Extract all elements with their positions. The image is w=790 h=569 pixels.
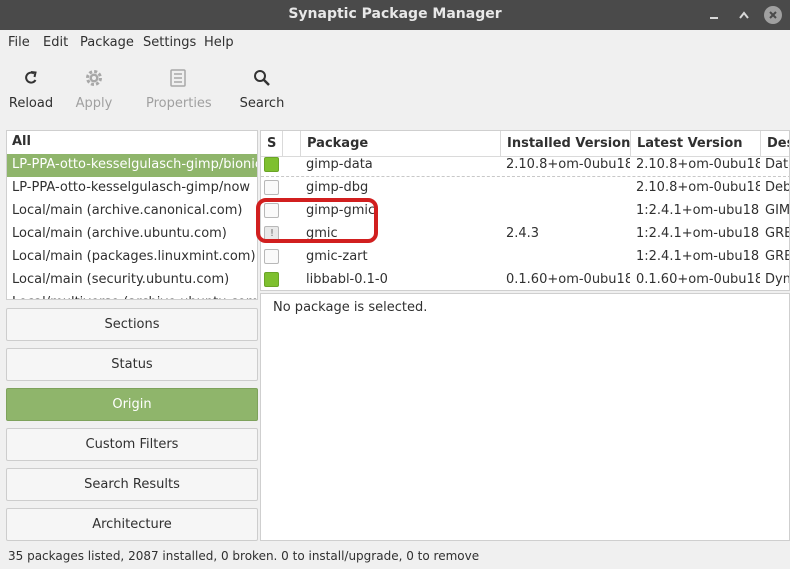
search-results-button[interactable]: Search Results: [6, 468, 258, 501]
origin-item[interactable]: LP-PPA-otto-kesselgulasch-gimp/now: [7, 177, 257, 200]
details-message: No package is selected.: [273, 300, 428, 315]
status-checkbox[interactable]: [264, 249, 279, 264]
reload-icon: [25, 71, 37, 84]
description: GREYC's Magic: [765, 249, 790, 264]
package-name: gimp-data: [306, 157, 373, 172]
origin-item[interactable]: Local/main (archive.canonical.com): [7, 200, 257, 223]
latest-version: 2.10.8+om-0ubu18.04.: [636, 180, 760, 195]
latest-version: 1:2.4.1+om-ubu18.04.: [636, 203, 760, 218]
gear-icon: [86, 70, 102, 86]
description: GREYC's Magic: [765, 226, 790, 241]
search-label: Search: [239, 96, 285, 111]
status-bar: 35 packages listed, 2087 installed, 0 br…: [0, 545, 790, 569]
latest-version: 1:2.4.1+om-ubu18.04.: [636, 249, 760, 264]
latest-version: 1:2.4.1+om-ubu18.04.: [636, 226, 760, 241]
toolbar: Reload Apply Properties Search: [0, 56, 790, 120]
latest-version: 0.1.60+om-0ubu18.04.: [636, 272, 760, 287]
origin-item[interactable]: Local/main (archive.ubuntu.com): [7, 223, 257, 246]
table-row[interactable]: gimp-data 2.10.8+om-0ubu18.04. 2.10.8+om…: [261, 154, 789, 177]
menu-settings[interactable]: Settings: [143, 35, 196, 50]
menu-file[interactable]: File: [8, 35, 30, 50]
description: Dynamic: [765, 272, 790, 287]
origin-item[interactable]: Local/main (packages.linuxmint.com): [7, 246, 257, 269]
status-checkbox[interactable]: [264, 272, 279, 287]
description: GIMP plugin: [765, 203, 790, 218]
menu-edit[interactable]: Edit: [43, 35, 68, 50]
package-name: gimp-dbg: [306, 180, 369, 195]
apply-label: Apply: [75, 96, 113, 111]
search-button[interactable]: Search: [238, 66, 286, 118]
reload-label: Reload: [8, 96, 54, 111]
apply-button[interactable]: Apply: [72, 66, 116, 118]
architecture-button[interactable]: Architecture: [6, 508, 258, 541]
highlight-annotation: [256, 198, 378, 243]
installed-version: 2.4.3: [506, 226, 540, 241]
search-icon: [254, 70, 270, 86]
status-checkbox[interactable]: [264, 157, 279, 172]
table-row[interactable]: gimp-dbg 2.10.8+om-0ubu18.04. Debugging …: [261, 177, 789, 200]
minimize-icon[interactable]: [706, 7, 722, 23]
menu-help[interactable]: Help: [204, 35, 234, 50]
package-name: libbabl-0.1-0: [306, 272, 388, 287]
latest-version: 2.10.8+om-0ubu18.04.: [636, 157, 760, 172]
status-checkbox[interactable]: [264, 180, 279, 195]
close-icon[interactable]: [764, 6, 782, 24]
properties-icon: [170, 69, 186, 87]
status-text: 35 packages listed, 2087 installed, 0 br…: [8, 549, 480, 563]
properties-label: Properties: [146, 96, 212, 111]
origin-button[interactable]: Origin: [6, 388, 258, 421]
origin-list: All LP-PPA-otto-kesselgulasch-gimp/bioni…: [6, 130, 258, 300]
origin-item[interactable]: Local/main (security.ubuntu.com): [7, 269, 257, 292]
title-bar: Synaptic Package Manager: [0, 0, 790, 30]
status-button[interactable]: Status: [6, 348, 258, 381]
sections-button[interactable]: Sections: [6, 308, 258, 341]
installed-version: 0.1.60+om-0ubu18.04.: [506, 272, 630, 287]
origin-item[interactable]: Local/multiverse (archive.ubuntu.com): [7, 292, 257, 299]
window-title: Synaptic Package Manager: [288, 6, 502, 22]
description: Data files for GIMP: [765, 157, 789, 172]
table-row[interactable]: libbabl-0.1-0 0.1.60+om-0ubu18.04. 0.1.6…: [261, 269, 790, 290]
properties-button[interactable]: Properties: [146, 66, 212, 118]
details-pane: No package is selected.: [260, 293, 790, 541]
origin-all[interactable]: All: [7, 131, 257, 154]
installed-version: 2.10.8+om-0ubu18.04.: [506, 157, 630, 172]
origin-item[interactable]: LP-PPA-otto-kesselgulasch-gimp/bionic: [7, 154, 257, 177]
description: Debugging symbols for GIMP: [765, 180, 789, 195]
menu-bar: File Edit Package Settings Help: [0, 30, 790, 56]
package-name: gmic-zart: [306, 249, 368, 264]
custom-filters-button[interactable]: Custom Filters: [6, 428, 258, 461]
menu-package[interactable]: Package: [80, 35, 134, 50]
table-row[interactable]: gmic-zart 1:2.4.1+om-ubu18.04. GREYC's M…: [261, 246, 790, 269]
maximize-icon[interactable]: [736, 7, 752, 23]
reload-button[interactable]: Reload: [6, 66, 56, 118]
